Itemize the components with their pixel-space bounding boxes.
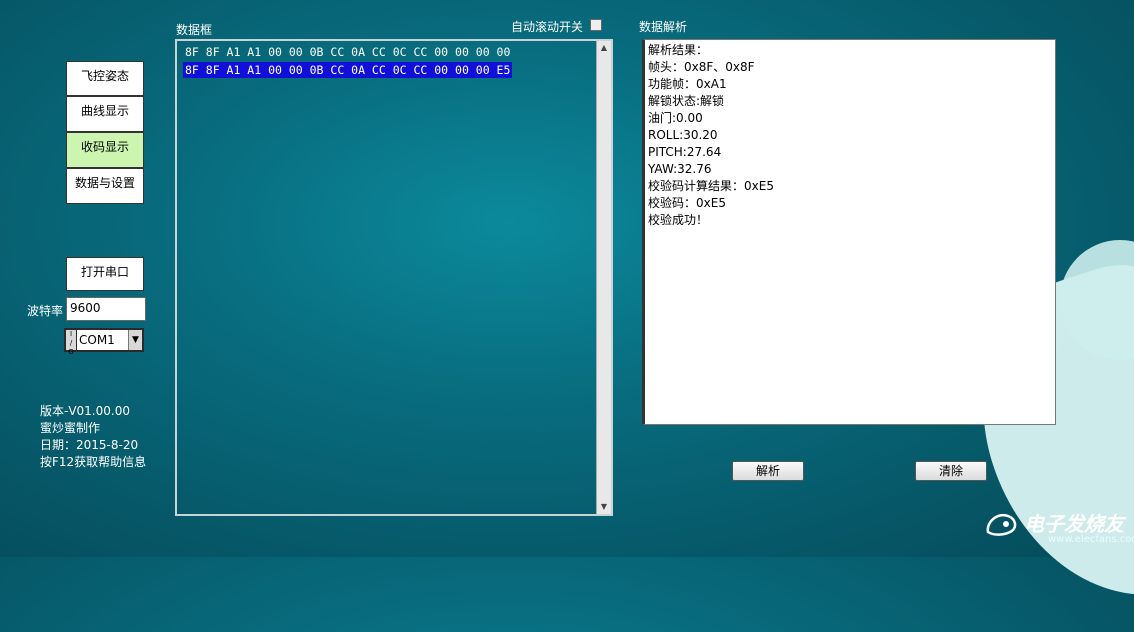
- scroll-down-icon[interactable]: ▼: [597, 500, 611, 514]
- elecfans-logo-icon: [986, 513, 1017, 536]
- date-text: 日期：2015-8-20: [40, 438, 139, 452]
- hex-data-box[interactable]: 8F 8F A1 A1 00 00 0B CC 0A CC 0C CC 00 0…: [175, 39, 613, 516]
- scroll-up-icon[interactable]: ▲: [597, 41, 611, 55]
- nav-curve-display-button[interactable]: 曲线显示: [66, 96, 144, 132]
- parse-line: 油门:0.00: [648, 111, 703, 125]
- parse-line: 功能帧：0xA1: [648, 77, 727, 91]
- watermark-title: 电子发烧友: [1024, 512, 1124, 536]
- io-icon: I / O: [66, 330, 76, 356]
- parse-line: 解锁状态:解锁: [648, 94, 725, 108]
- parse-line: ROLL:30.20: [648, 128, 718, 142]
- parse-line: 校验码：0xE5: [648, 196, 726, 210]
- author-text: 蜜炒蜜制作: [40, 421, 101, 435]
- com-port-select[interactable]: I / O COM1 ▼: [64, 328, 144, 356]
- watermark-url: www.elecfans.com: [1048, 534, 1134, 545]
- nav-receive-display-button[interactable]: 收码显示: [66, 132, 144, 168]
- parse-panel-title: 数据解析: [639, 20, 688, 34]
- parse-result-box[interactable]: 解析结果： 帧头：0x8F、0x8F 功能帧：0xA1 解锁状态:解锁 油门:0…: [642, 39, 1056, 425]
- baud-rate-input[interactable]: 9600: [66, 297, 146, 321]
- parse-line: 校验成功！: [648, 213, 709, 227]
- hex-line: 8F 8F A1 A1 00 00 0B CC 0A CC 0C CC 00 0…: [185, 45, 511, 59]
- baud-rate-label: 波特率: [27, 304, 64, 318]
- hex-panel-title: 数据框: [176, 23, 213, 37]
- parse-line: YAW:32.76: [648, 162, 712, 176]
- parse-line: 解析结果：: [648, 43, 709, 57]
- com-port-value: COM1: [77, 330, 128, 350]
- hex-scrollbar[interactable]: ▲ ▼: [596, 41, 611, 514]
- auto-scroll-label: 自动滚动开关: [511, 20, 584, 34]
- version-info: 版本-V01.00.00 蜜炒蜜制作 日期：2015-8-20 按F12获取帮助…: [40, 403, 146, 471]
- parse-line: 帧头：0x8F、0x8F: [648, 60, 755, 74]
- clear-button[interactable]: 清除: [915, 461, 987, 481]
- help-text: 按F12获取帮助信息: [40, 455, 147, 469]
- version-text: 版本-V01.00.00: [40, 404, 130, 418]
- parse-line: PITCH:27.64: [648, 145, 722, 159]
- open-serial-button[interactable]: 打开串口: [66, 257, 144, 291]
- nav-flight-attitude-button[interactable]: 飞控姿态: [66, 61, 144, 96]
- parse-button[interactable]: 解析: [732, 461, 804, 481]
- parse-line: 校验码计算结果：0xE5: [648, 179, 774, 193]
- chevron-down-icon[interactable]: ▼: [128, 330, 142, 350]
- nav-data-settings-button[interactable]: 数据与设置: [66, 168, 144, 204]
- auto-scroll-checkbox[interactable]: [590, 19, 602, 31]
- hex-line-selected: 8F 8F A1 A1 00 00 0B CC 0A CC 0C CC 00 0…: [183, 62, 513, 78]
